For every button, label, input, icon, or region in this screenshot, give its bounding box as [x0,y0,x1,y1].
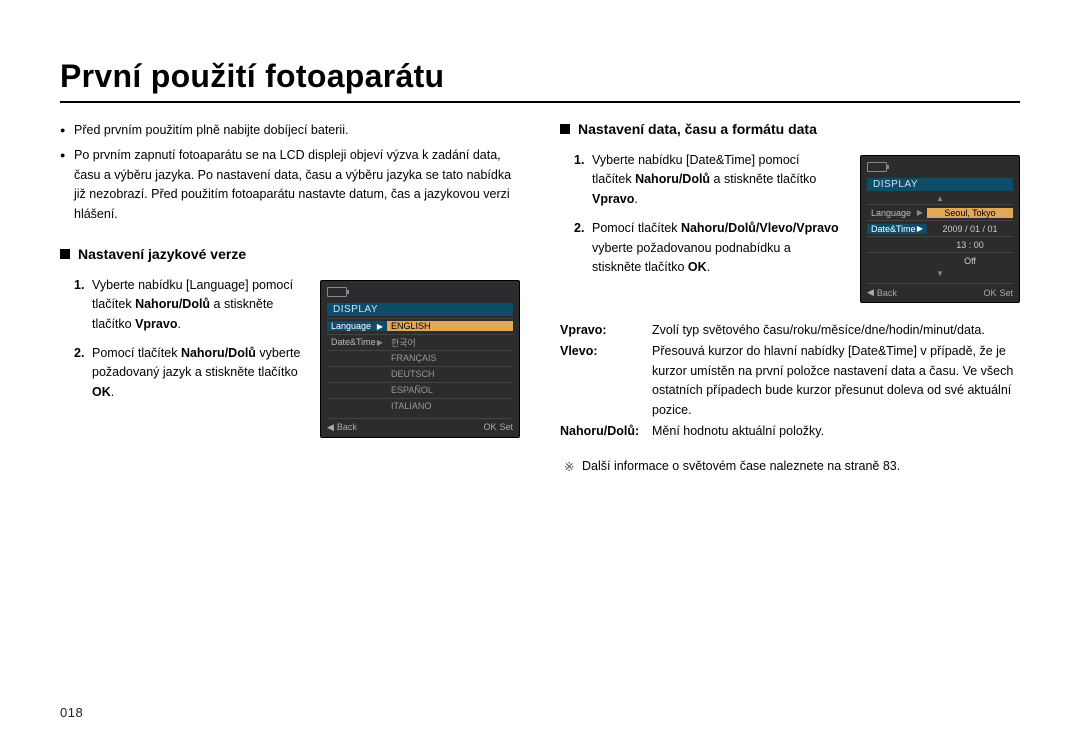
def-key: Vpravo: [560,321,652,340]
section-heading-language: Nastavení jazykové verze [60,246,520,262]
lcd-menu-language: Language▶ [867,208,927,218]
def-val: Přesouvá kurzor do hlavní nabídky [Date&… [652,342,1020,420]
lcd-opt: ESPAÑOL [387,385,513,395]
lcd-back: ◀ Back [327,422,357,433]
language-steps: 1. Vyberte nabídku [Language] pomocí tla… [60,276,302,438]
left-column: ● Před prvním použitím plně nabijte dobí… [60,121,520,474]
intro-bullet-2: ● Po prvním zapnutí fotoaparátu se na LC… [60,146,520,224]
right-column: Nastavení data, času a formátu data 1. V… [560,121,1020,474]
def-val: Zvolí typ světového času/roku/měsíce/dne… [652,321,1020,340]
lcd-datetime: DISPLAY ▲ Language▶ Seoul, Tokyo Date&Ti… [860,155,1020,303]
lcd-opt: DEUTSCH [387,369,513,379]
footnote: ※ Další informace o světovém čase nalezn… [560,459,1020,474]
step-text: Vyberte nabídku [Date&Time] pomocí tlačí… [592,151,842,209]
button-definitions: Vpravo: Zvolí typ světového času/roku/mě… [560,321,1020,441]
lcd-menu-datetime: Date&Time▶ [327,337,387,347]
step-number: 1. [74,276,92,334]
intro-text-2: Po prvním zapnutí fotoaparátu se na LCD … [74,146,520,224]
step-number: 2. [74,344,92,402]
battery-icon [867,162,887,172]
def-key: Vlevo: [560,342,652,420]
lcd-header: DISPLAY [867,178,1013,191]
lcd-language: DISPLAY Language▶ ENGLISH Date&Time▶ 한국어… [320,280,520,438]
note-icon: ※ [564,459,582,474]
step-number: 2. [574,219,592,277]
heading-text: Nastavení data, času a formátu data [578,121,817,137]
lcd-menu-language: Language▶ [327,321,387,331]
battery-icon [327,287,347,297]
section-heading-datetime: Nastavení data, času a formátu data [560,121,1020,137]
lcd-ok-set: OK Set [983,287,1013,298]
def-key: Nahoru/Dolů: [560,422,652,441]
step-text: Pomocí tlačítek Nahoru/Dolů/Vlevo/Vpravo… [592,219,842,277]
square-icon [560,124,570,134]
page-title: První použití fotoaparátu [60,58,1020,103]
note-text: Další informace o světovém čase naleznet… [582,459,900,474]
lcd-menu-datetime: Date&Time▶ [867,224,927,234]
datetime-steps: 1. Vyberte nabídku [Date&Time] pomocí tl… [560,151,842,303]
lcd-val-tz: Seoul, Tokyo [927,208,1013,218]
lcd-val-date: 2009 / 01 / 01 [927,224,1013,234]
lcd-opt-english: ENGLISH [387,321,513,331]
bullet-icon: ● [60,146,74,224]
intro-text-1: Před prvním použitím plně nabijte dobíje… [74,121,348,140]
intro-bullet-1: ● Před prvním použitím plně nabijte dobí… [60,121,520,140]
lcd-opt: ITALIANO [387,401,513,411]
square-icon [60,249,70,259]
lcd-back: ◀ Back [867,287,897,298]
lcd-val-off: Off [927,256,1013,266]
lcd-header: DISPLAY [327,303,513,316]
step-number: 1. [574,151,592,209]
step-text: Pomocí tlačítek Nahoru/Dolů vyberte poža… [92,344,302,402]
lcd-opt: FRANÇAIS [387,353,513,363]
bullet-icon: ● [60,121,74,140]
step-text: Vyberte nabídku [Language] pomocí tlačít… [92,276,302,334]
heading-text: Nastavení jazykové verze [78,246,246,262]
lcd-val-time: 13 : 00 [927,240,1013,250]
def-val: Mění hodnotu aktuální položky. [652,422,1020,441]
page-number: 018 [60,705,83,720]
lcd-opt: 한국어 [387,336,513,349]
lcd-ok-set: OK Set [483,422,513,433]
